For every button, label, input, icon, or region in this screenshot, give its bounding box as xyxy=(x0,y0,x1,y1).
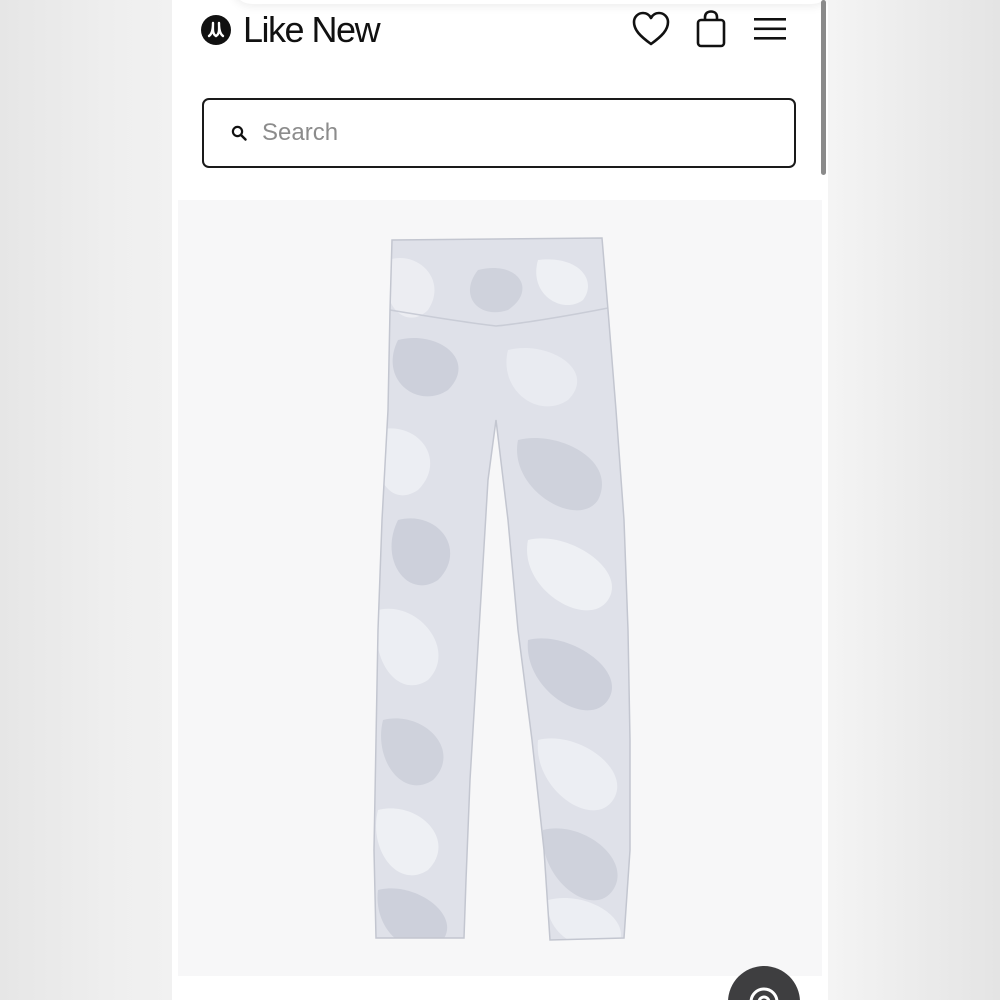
shopping-bag-button[interactable] xyxy=(690,8,732,50)
brand-title[interactable]: Like New xyxy=(243,10,381,50)
site-header: Like New xyxy=(172,0,828,70)
help-icon xyxy=(749,987,779,1000)
mobile-page: Like New xyxy=(172,0,828,1000)
hamburger-menu-icon xyxy=(754,18,786,40)
wishlist-button[interactable] xyxy=(630,8,672,50)
search-input[interactable] xyxy=(260,118,784,148)
leggings-product-image[interactable] xyxy=(178,200,822,976)
search-icon xyxy=(230,124,248,142)
menu-button[interactable] xyxy=(749,8,791,50)
shopping-bag-icon xyxy=(696,10,726,48)
search-bar[interactable] xyxy=(202,98,796,168)
scrollbar[interactable] xyxy=(821,0,826,175)
product-image-container xyxy=(178,200,822,976)
heart-icon xyxy=(632,11,670,46)
lululemon-logo-icon[interactable] xyxy=(200,14,232,46)
